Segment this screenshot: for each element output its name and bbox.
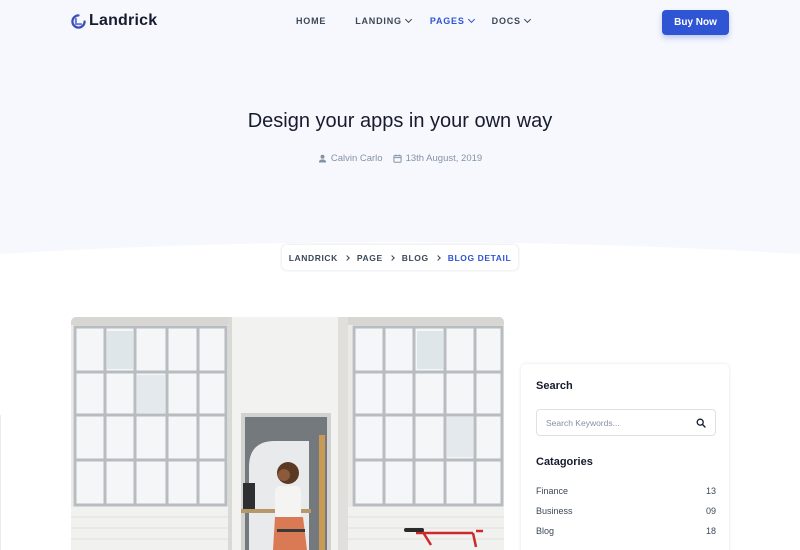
breadcrumb-item-blog-detail: BLOG DETAIL — [447, 252, 512, 263]
chevron-down-icon — [467, 15, 475, 24]
breadcrumb-item-landrick[interactable]: LANDRICK — [289, 253, 338, 263]
post-date: 13th August, 2019 — [392, 153, 483, 164]
nav-item-label: DOCS — [491, 16, 521, 26]
nav-item-landing[interactable]: LANDING — [355, 15, 412, 26]
chevron-right-icon — [388, 254, 395, 261]
author-name[interactable]: Calvin Carlo — [331, 153, 383, 164]
category-item-blog[interactable]: Blog 18 — [536, 526, 716, 546]
nav-item-label: PAGES — [429, 16, 465, 26]
sidebar: Search Search Keywords... Catagories Fin… — [521, 364, 729, 550]
breadcrumb: LANDRICK PAGE BLOG BLOG DETAIL — [282, 245, 518, 270]
nav-item-home[interactable]: HOME — [296, 16, 326, 26]
breadcrumb-item-page[interactable]: PAGE — [357, 253, 383, 263]
search-placeholder: Search Keywords... — [546, 417, 620, 428]
category-name: Business — [536, 506, 573, 516]
post-author: Calvin Carlo — [318, 153, 383, 164]
chevron-down-icon — [404, 15, 412, 24]
category-item-business[interactable]: Business 09 — [536, 506, 716, 526]
buy-now-button[interactable]: Buy Now — [662, 10, 729, 35]
nav-item-label: HOME — [296, 16, 327, 26]
category-count: 18 — [705, 526, 716, 536]
calendar-icon — [392, 154, 402, 163]
chevron-right-icon — [344, 254, 350, 261]
search-widget-title: Search — [536, 380, 573, 392]
navbar: Landrick HOME LANDING PAGES DOCS Buy Now — [0, 0, 800, 44]
category-name: Finance — [536, 486, 569, 496]
date-text: 13th August, 2019 — [405, 153, 483, 164]
category-list: Finance 13 Business 09 Blog 18 — [536, 486, 716, 546]
brand-name: Landrick — [89, 12, 158, 29]
categories-widget-title: Catagories — [536, 456, 593, 468]
blog-featured-image — [71, 317, 504, 550]
search-icon[interactable] — [696, 418, 706, 428]
brand-logo[interactable]: Landrick — [71, 12, 157, 30]
page-title: Design your apps in your own way — [247, 110, 553, 132]
user-icon — [318, 154, 326, 163]
category-count: 09 — [705, 506, 716, 516]
chevron-down-icon — [523, 15, 531, 24]
nav-item-docs[interactable]: DOCS — [491, 15, 531, 26]
category-name: Blog — [536, 526, 555, 536]
divider — [0, 415, 1, 550]
search-input[interactable]: Search Keywords... — [536, 409, 716, 436]
category-item-finance[interactable]: Finance 13 — [536, 486, 716, 506]
nav-item-pages[interactable]: PAGES — [429, 15, 475, 26]
main-nav: HOME LANDING PAGES DOCS — [296, 15, 531, 26]
post-meta: Calvin Carlo 13th August, 2019 — [0, 153, 800, 164]
landrick-logo-icon — [71, 13, 86, 29]
breadcrumb-item-blog[interactable]: BLOG — [402, 253, 429, 263]
category-count: 13 — [705, 486, 716, 496]
nav-item-label: LANDING — [355, 16, 402, 26]
chevron-right-icon — [434, 254, 441, 261]
